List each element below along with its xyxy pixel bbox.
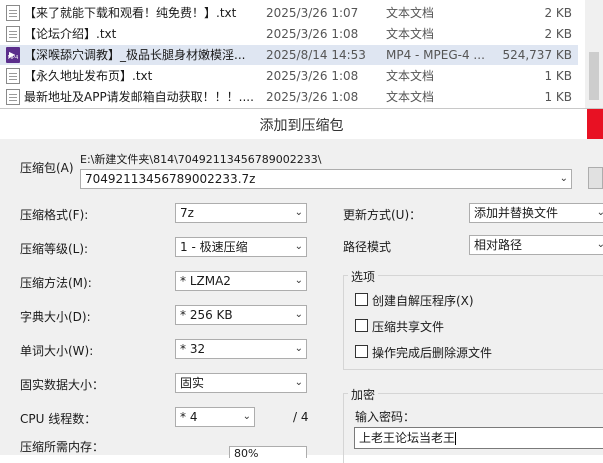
file-size: 1 KB [544,90,572,104]
method-select[interactable]: * LZMA2 ⌄ [175,271,307,291]
threads-value: * 4 [180,410,198,424]
file-list-scrollbar[interactable] [585,0,603,108]
file-name: 最新地址及APP请发邮箱自动获取！！！.... [24,90,254,104]
memory-select[interactable]: 80% [229,446,307,458]
chevron-down-icon: ⌄ [294,275,303,286]
file-type: MP4 - MPEG-4 ... [386,48,485,62]
archive-path: E:\新建文件夹\814\70492113456789002233\ [80,153,322,166]
file-date: 2025/3/26 1:07 [266,6,359,20]
shared-checkbox[interactable] [355,319,368,332]
chevron-down-icon: ⌄ [294,241,303,252]
text-cursor [455,432,457,445]
password-input[interactable]: 上老王论坛当老王 [354,427,603,449]
file-type: 文本文档 [386,6,435,20]
scrollbar-thumb[interactable] [589,52,599,100]
update-label: 更新方式(U)： [343,208,422,222]
txt-file-icon [6,89,20,105]
file-type: 文本文档 [386,90,435,104]
file-row[interactable]: 【来了就能下载和观看！纯免费！】.txt 2025/3/26 1:07 文本文档 2 … [0,3,578,23]
memory-value: 80% [234,447,259,458]
threads-select[interactable]: * 4 ⌄ [175,407,255,427]
level-value: 1 - 极速压缩 [180,240,248,254]
solid-select[interactable]: 固实 ⌄ [175,373,307,393]
format-select[interactable]: 7z ⌄ [175,203,307,223]
chevron-down-icon: ⌄ [294,377,303,388]
dict-label: 字典大小(D): [20,310,91,324]
file-size: 1 KB [544,69,572,83]
delete-checkbox[interactable] [355,345,368,358]
file-date: 2025/3/26 1:08 [266,90,359,104]
dialog-title: 添加到压缩包 [259,118,344,134]
chevron-down-icon: ⌄ [242,411,251,422]
chevron-down-icon: ⌄ [597,236,603,254]
txt-file-icon [6,26,20,42]
add-to-archive-dialog: 添加到压缩包 压缩包(A) E:\新建文件夹\814\7049211345678… [0,108,603,463]
word-label: 单词大小(W): [20,344,94,358]
archive-label: 压缩包(A) [20,161,74,175]
dialog-titlebar: 添加到压缩包 [0,109,603,139]
file-date: 2025/3/26 1:08 [266,27,359,41]
file-size: 524,737 KB [502,48,572,62]
level-label: 压缩等级(L): [20,242,89,256]
format-label: 压缩格式(F): [20,208,89,222]
pathmode-label: 路径模式 [343,240,392,254]
pathmode-select[interactable]: 相对路径 ⌄ [469,235,603,255]
options-title: 选项 [348,268,379,285]
archive-name-combo[interactable]: 70492113456789002233.7z ⌄ [80,169,572,189]
file-date: 2025/3/26 1:08 [266,69,359,83]
dict-select[interactable]: * 256 KB ⌄ [175,305,307,325]
file-list: 【来了就能下载和观看！纯免费！】.txt 2025/3/26 1:07 文本文档 2 … [0,0,603,108]
dict-value: * 256 KB [180,308,233,322]
file-row[interactable]: 【论坛介绍】.txt 2025/3/26 1:08 文本文档 2 KB [0,24,578,44]
close-button[interactable] [587,109,603,139]
word-select[interactable]: * 32 ⌄ [175,339,307,359]
chevron-down-icon: ⌄ [559,173,568,184]
method-label: 压缩方法(M): [20,276,92,290]
threads-total: / 4 [293,410,309,424]
format-value: 7z [180,206,194,220]
file-size: 2 KB [544,6,572,20]
chevron-down-icon: ⌄ [294,309,303,320]
file-name: 【深喉舔穴调教】_极品长腿身材嫩模淫... [24,48,246,62]
file-type: 文本文档 [386,69,435,83]
chevron-down-icon: ⌄ [294,207,303,218]
file-row[interactable]: MP4 【深喉舔穴调教】_极品长腿身材嫩模淫... 2025/8/14 14:53 M… [0,44,578,66]
update-select[interactable]: 添加并替换文件 ⌄ [469,203,603,223]
txt-file-icon [6,5,20,21]
file-row[interactable]: 最新地址及APP请发邮箱自动获取！！！.... 2025/3/26 1:08 文本文… [0,87,578,107]
memory-label: 压缩所需内存： [20,440,105,454]
chevron-down-icon: ⌄ [294,343,303,354]
sfx-checkbox[interactable] [355,293,368,306]
solid-value: 固实 [180,376,205,390]
file-row[interactable]: 【永久地址发布页】.txt 2025/3/26 1:08 文本文档 1 KB [0,66,578,86]
file-date: 2025/8/14 14:53 [266,48,366,62]
sfx-label: 创建自解压程序(X) [372,294,474,308]
solid-label: 固实数据大小： [20,378,105,392]
browse-button[interactable] [588,167,603,189]
update-value: 添加并替换文件 [474,206,559,220]
threads-label: CPU 线程数： [20,412,97,426]
file-size: 2 KB [544,27,572,41]
archive-name-value: 70492113456789002233.7z [85,172,256,186]
file-name: 【论坛介绍】.txt [24,27,117,41]
pathmode-value: 相对路径 [474,238,523,252]
file-name: 【永久地址发布页】.txt [24,69,153,83]
chevron-down-icon: ⌄ [597,204,603,222]
file-name: 【来了就能下载和观看！纯免费！】.txt [24,6,237,20]
txt-file-icon [6,68,20,84]
encrypt-title: 加密 [348,386,379,403]
delete-label: 操作完成后删除源文件 [372,346,493,360]
shared-label: 压缩共享文件 [372,320,445,334]
password-label: 输入密码： [355,410,416,424]
password-value: 上老王论坛当老王 [359,431,456,445]
method-value: * LZMA2 [180,274,231,288]
file-type: 文本文档 [386,27,435,41]
mp4-file-icon: MP4 [6,44,20,66]
level-select[interactable]: 1 - 极速压缩 ⌄ [175,237,307,257]
word-value: * 32 [180,342,206,356]
